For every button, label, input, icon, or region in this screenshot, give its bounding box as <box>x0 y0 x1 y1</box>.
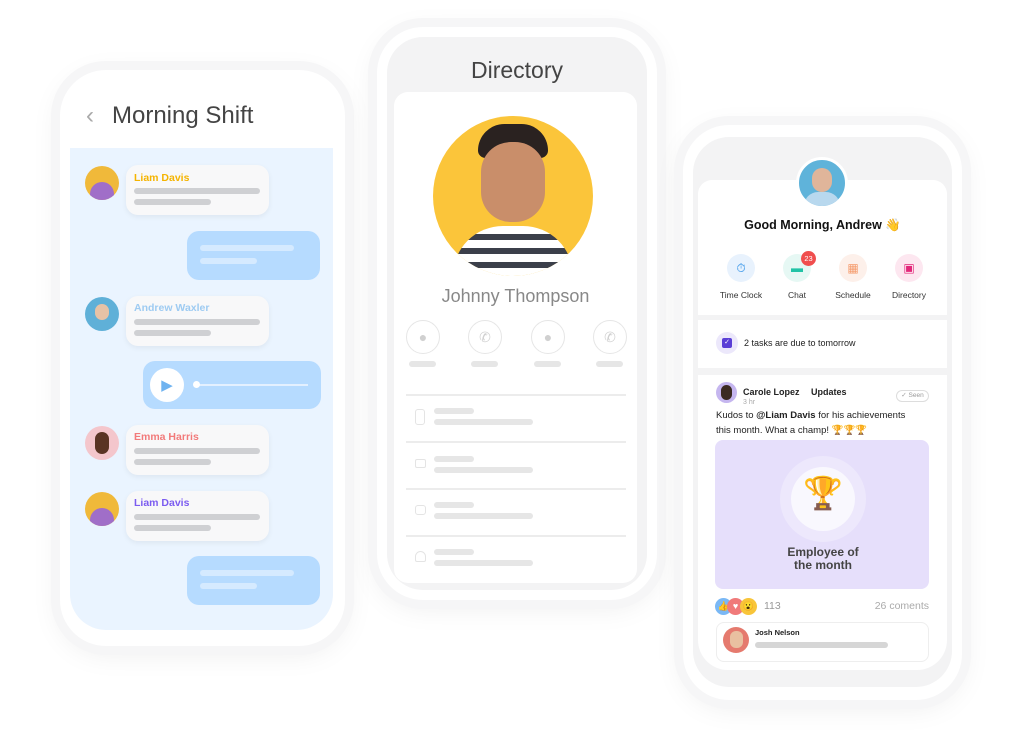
contact-avatar <box>433 116 593 276</box>
avatar-liam <box>85 492 119 526</box>
message-icon[interactable]: ● <box>531 320 565 354</box>
author-avatar <box>716 382 737 403</box>
task-checkbox-icon: ✓ <box>716 332 738 354</box>
avatar-andrew <box>85 297 119 331</box>
contact-card-icon[interactable]: ▣ <box>895 254 923 282</box>
department-icon <box>415 505 426 515</box>
mobile-icon <box>415 409 425 425</box>
commenter-avatar <box>723 627 749 653</box>
sender-name: Andrew Waxler <box>134 302 210 314</box>
calendar-icon[interactable]: ▦ <box>839 254 867 282</box>
contact-name: Johnny Thompson <box>441 286 590 306</box>
stopwatch-icon[interactable]: ⏱ <box>727 254 755 282</box>
post-author: Carole Lopez <box>743 387 800 397</box>
phone-icon[interactable]: ✆ <box>468 320 502 354</box>
trophy-icon: 🏆 <box>803 475 843 511</box>
award-title: Employee of the month <box>787 545 859 572</box>
quick-action-label[interactable]: Directory <box>874 290 944 300</box>
task-reminder[interactable]: 2 tasks are due to tomorrow <box>744 338 856 348</box>
directory-title: Directory <box>470 57 563 83</box>
greeting: Good Morning, Andrew 👋 <box>744 218 901 232</box>
post-time: 3 hr <box>743 399 756 406</box>
audio-progress-slider[interactable] <box>196 384 308 386</box>
chat-title: Morning Shift <box>112 102 254 129</box>
commenter-name: Josh Nelson <box>755 628 800 637</box>
sender-name: Liam Davis <box>134 497 190 509</box>
message-icon[interactable]: ● <box>406 320 440 354</box>
email-icon <box>415 459 426 468</box>
avatar-liam <box>85 166 119 200</box>
phone-icon[interactable]: ✆ <box>593 320 627 354</box>
own-message <box>187 231 320 280</box>
seen-label: Seen <box>908 392 924 399</box>
own-message <box>187 556 320 605</box>
wow-reaction-icon[interactable]: 😮 <box>740 598 757 615</box>
comments-link[interactable]: 26 coments <box>829 600 929 612</box>
seen-badge: ✓ Seen <box>896 390 929 402</box>
post-text: Kudos to @Liam Davis for his achievement… <box>716 410 906 436</box>
reaction-count: 113 <box>764 600 781 612</box>
sender-name: Emma Harris <box>134 431 199 443</box>
location-icon <box>415 551 426 562</box>
chat-badge: 23 <box>801 251 816 266</box>
post-channel[interactable]: Updates <box>811 387 847 397</box>
play-button[interactable]: ▶ <box>150 368 184 402</box>
back-button[interactable]: ‹ <box>86 102 94 130</box>
avatar-emma <box>85 426 119 460</box>
mention-link[interactable]: @Liam Davis <box>756 410 815 421</box>
user-avatar[interactable] <box>796 157 848 209</box>
sender-name: Liam Davis <box>134 172 190 184</box>
